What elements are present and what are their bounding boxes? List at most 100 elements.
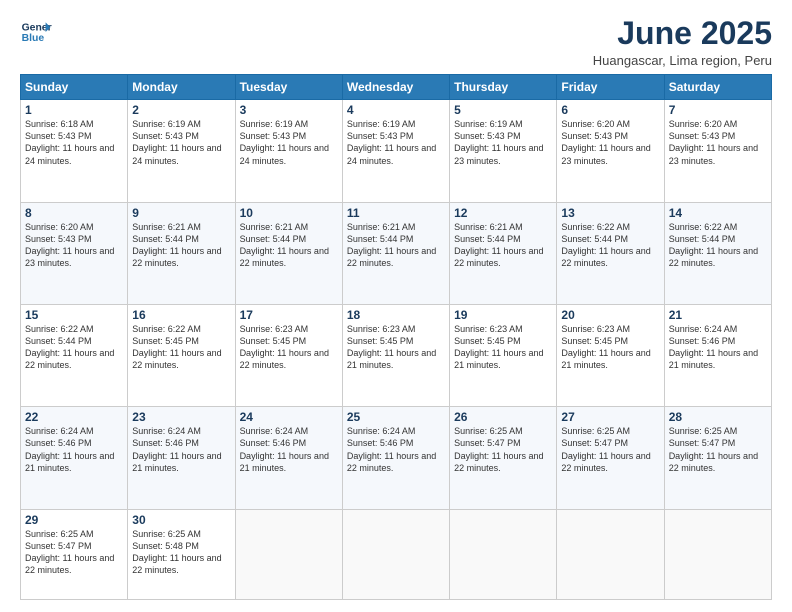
svg-text:Blue: Blue (22, 33, 45, 44)
location: Huangascar, Lima region, Peru (593, 53, 772, 68)
day-number: 26 (454, 410, 552, 424)
day-number: 23 (132, 410, 230, 424)
table-row (342, 509, 449, 599)
day-info: Sunrise: 6:19 AMSunset: 5:43 PMDaylight:… (132, 118, 230, 167)
table-row: 5Sunrise: 6:19 AMSunset: 5:43 PMDaylight… (450, 100, 557, 202)
table-row: 25Sunrise: 6:24 AMSunset: 5:46 PMDayligh… (342, 407, 449, 509)
day-info: Sunrise: 6:20 AMSunset: 5:43 PMDaylight:… (25, 221, 123, 270)
day-info: Sunrise: 6:19 AMSunset: 5:43 PMDaylight:… (240, 118, 338, 167)
table-row: 7Sunrise: 6:20 AMSunset: 5:43 PMDaylight… (664, 100, 771, 202)
header-wednesday: Wednesday (342, 75, 449, 100)
day-info: Sunrise: 6:18 AMSunset: 5:43 PMDaylight:… (25, 118, 123, 167)
day-info: Sunrise: 6:25 AMSunset: 5:47 PMDaylight:… (561, 425, 659, 474)
day-number: 25 (347, 410, 445, 424)
day-number: 19 (454, 308, 552, 322)
day-number: 15 (25, 308, 123, 322)
table-row: 2Sunrise: 6:19 AMSunset: 5:43 PMDaylight… (128, 100, 235, 202)
table-row: 12Sunrise: 6:21 AMSunset: 5:44 PMDayligh… (450, 202, 557, 304)
title-block: June 2025 Huangascar, Lima region, Peru (593, 16, 772, 68)
day-number: 5 (454, 103, 552, 117)
day-info: Sunrise: 6:22 AMSunset: 5:45 PMDaylight:… (132, 323, 230, 372)
header-tuesday: Tuesday (235, 75, 342, 100)
day-number: 27 (561, 410, 659, 424)
table-row: 26Sunrise: 6:25 AMSunset: 5:47 PMDayligh… (450, 407, 557, 509)
table-row: 4Sunrise: 6:19 AMSunset: 5:43 PMDaylight… (342, 100, 449, 202)
day-number: 1 (25, 103, 123, 117)
day-info: Sunrise: 6:24 AMSunset: 5:46 PMDaylight:… (25, 425, 123, 474)
day-info: Sunrise: 6:24 AMSunset: 5:46 PMDaylight:… (132, 425, 230, 474)
day-info: Sunrise: 6:22 AMSunset: 5:44 PMDaylight:… (25, 323, 123, 372)
day-info: Sunrise: 6:22 AMSunset: 5:44 PMDaylight:… (561, 221, 659, 270)
table-row: 22Sunrise: 6:24 AMSunset: 5:46 PMDayligh… (21, 407, 128, 509)
table-row: 14Sunrise: 6:22 AMSunset: 5:44 PMDayligh… (664, 202, 771, 304)
table-row: 9Sunrise: 6:21 AMSunset: 5:44 PMDaylight… (128, 202, 235, 304)
table-row: 3Sunrise: 6:19 AMSunset: 5:43 PMDaylight… (235, 100, 342, 202)
day-info: Sunrise: 6:25 AMSunset: 5:47 PMDaylight:… (454, 425, 552, 474)
day-number: 3 (240, 103, 338, 117)
day-info: Sunrise: 6:21 AMSunset: 5:44 PMDaylight:… (132, 221, 230, 270)
day-info: Sunrise: 6:24 AMSunset: 5:46 PMDaylight:… (669, 323, 767, 372)
day-number: 13 (561, 206, 659, 220)
table-row: 21Sunrise: 6:24 AMSunset: 5:46 PMDayligh… (664, 304, 771, 406)
table-row: 18Sunrise: 6:23 AMSunset: 5:45 PMDayligh… (342, 304, 449, 406)
table-row: 28Sunrise: 6:25 AMSunset: 5:47 PMDayligh… (664, 407, 771, 509)
page: General Blue June 2025 Huangascar, Lima … (0, 0, 792, 612)
table-row (235, 509, 342, 599)
day-number: 11 (347, 206, 445, 220)
table-row: 8Sunrise: 6:20 AMSunset: 5:43 PMDaylight… (21, 202, 128, 304)
day-info: Sunrise: 6:24 AMSunset: 5:46 PMDaylight:… (240, 425, 338, 474)
table-row: 19Sunrise: 6:23 AMSunset: 5:45 PMDayligh… (450, 304, 557, 406)
day-info: Sunrise: 6:20 AMSunset: 5:43 PMDaylight:… (561, 118, 659, 167)
table-row: 6Sunrise: 6:20 AMSunset: 5:43 PMDaylight… (557, 100, 664, 202)
table-row: 16Sunrise: 6:22 AMSunset: 5:45 PMDayligh… (128, 304, 235, 406)
day-number: 17 (240, 308, 338, 322)
logo-icon: General Blue (20, 16, 52, 48)
day-info: Sunrise: 6:19 AMSunset: 5:43 PMDaylight:… (347, 118, 445, 167)
day-number: 10 (240, 206, 338, 220)
day-info: Sunrise: 6:21 AMSunset: 5:44 PMDaylight:… (454, 221, 552, 270)
header-sunday: Sunday (21, 75, 128, 100)
day-info: Sunrise: 6:25 AMSunset: 5:47 PMDaylight:… (669, 425, 767, 474)
day-number: 18 (347, 308, 445, 322)
calendar-table: Sunday Monday Tuesday Wednesday Thursday… (20, 74, 772, 600)
month-title: June 2025 (593, 16, 772, 51)
day-number: 16 (132, 308, 230, 322)
table-row: 30Sunrise: 6:25 AMSunset: 5:48 PMDayligh… (128, 509, 235, 599)
table-row: 10Sunrise: 6:21 AMSunset: 5:44 PMDayligh… (235, 202, 342, 304)
day-number: 7 (669, 103, 767, 117)
day-info: Sunrise: 6:23 AMSunset: 5:45 PMDaylight:… (454, 323, 552, 372)
table-row (664, 509, 771, 599)
table-row: 27Sunrise: 6:25 AMSunset: 5:47 PMDayligh… (557, 407, 664, 509)
day-info: Sunrise: 6:24 AMSunset: 5:46 PMDaylight:… (347, 425, 445, 474)
table-row: 24Sunrise: 6:24 AMSunset: 5:46 PMDayligh… (235, 407, 342, 509)
header-friday: Friday (557, 75, 664, 100)
day-number: 24 (240, 410, 338, 424)
day-info: Sunrise: 6:20 AMSunset: 5:43 PMDaylight:… (669, 118, 767, 167)
header-saturday: Saturday (664, 75, 771, 100)
table-row (450, 509, 557, 599)
day-info: Sunrise: 6:23 AMSunset: 5:45 PMDaylight:… (347, 323, 445, 372)
logo: General Blue (20, 16, 52, 48)
table-row: 11Sunrise: 6:21 AMSunset: 5:44 PMDayligh… (342, 202, 449, 304)
day-number: 30 (132, 513, 230, 527)
table-row: 1Sunrise: 6:18 AMSunset: 5:43 PMDaylight… (21, 100, 128, 202)
day-number: 22 (25, 410, 123, 424)
day-info: Sunrise: 6:19 AMSunset: 5:43 PMDaylight:… (454, 118, 552, 167)
table-row: 20Sunrise: 6:23 AMSunset: 5:45 PMDayligh… (557, 304, 664, 406)
table-row: 23Sunrise: 6:24 AMSunset: 5:46 PMDayligh… (128, 407, 235, 509)
day-info: Sunrise: 6:22 AMSunset: 5:44 PMDaylight:… (669, 221, 767, 270)
day-number: 12 (454, 206, 552, 220)
day-info: Sunrise: 6:25 AMSunset: 5:47 PMDaylight:… (25, 528, 123, 577)
day-info: Sunrise: 6:25 AMSunset: 5:48 PMDaylight:… (132, 528, 230, 577)
day-number: 6 (561, 103, 659, 117)
day-number: 20 (561, 308, 659, 322)
day-info: Sunrise: 6:21 AMSunset: 5:44 PMDaylight:… (347, 221, 445, 270)
table-row: 13Sunrise: 6:22 AMSunset: 5:44 PMDayligh… (557, 202, 664, 304)
table-row: 15Sunrise: 6:22 AMSunset: 5:44 PMDayligh… (21, 304, 128, 406)
header: General Blue June 2025 Huangascar, Lima … (20, 16, 772, 68)
day-number: 28 (669, 410, 767, 424)
day-number: 8 (25, 206, 123, 220)
table-row: 17Sunrise: 6:23 AMSunset: 5:45 PMDayligh… (235, 304, 342, 406)
header-thursday: Thursday (450, 75, 557, 100)
day-info: Sunrise: 6:23 AMSunset: 5:45 PMDaylight:… (561, 323, 659, 372)
